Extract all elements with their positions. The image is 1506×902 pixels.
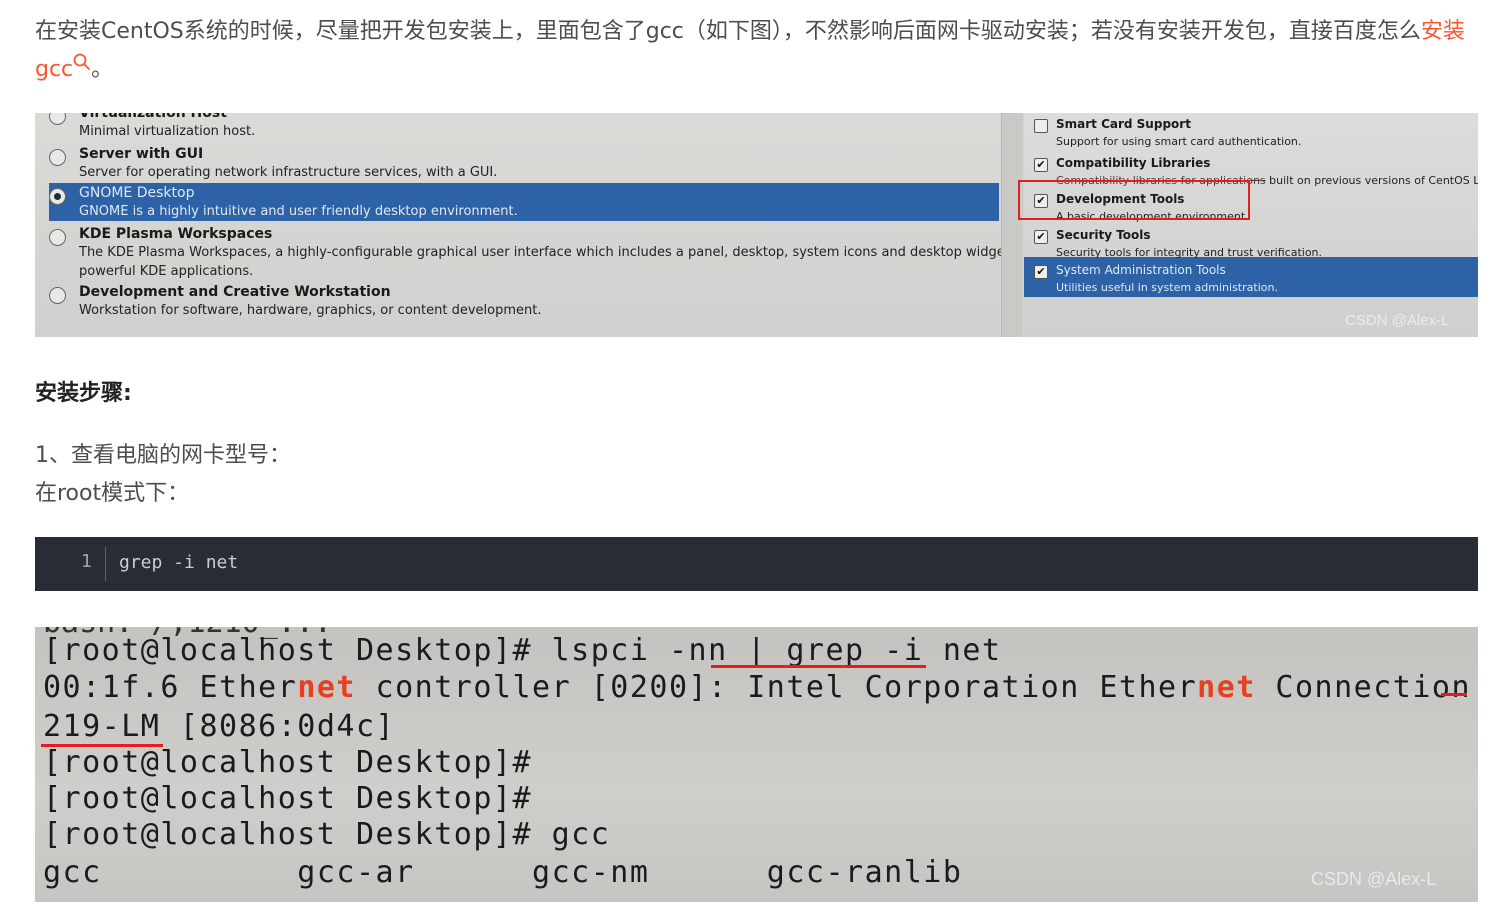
intro-end: 。 [91,57,114,82]
env-title: Server with GUI [79,146,204,162]
env-desc: Server for operating network infrastruct… [79,165,498,180]
radio-icon [49,229,66,246]
checkbox-checked-icon: ✔ [1034,265,1048,279]
gutter-divider [105,547,106,581]
terminal-line: 219-LM [8086:0d4c] [43,709,396,744]
addon-desc: Security tools for integrity and trust v… [1056,246,1323,259]
env-desc-cont: powerful KDE applications. [79,264,254,279]
addon-title: Security Tools [1056,228,1151,242]
radio-icon [49,113,66,125]
radio-icon [49,149,66,166]
installer-screenshot: Virtualization Host Minimal virtualizati… [35,113,1478,337]
search-icon[interactable] [73,53,91,74]
step-1-title: 1、查看电脑的网卡型号： [35,443,291,468]
code-block[interactable]: 1 grep -i net [35,537,1478,591]
radio-icon [49,287,66,304]
addon-title: System Administration Tools [1056,263,1226,277]
env-desc: Workstation for software, hardware, grap… [79,303,542,318]
radio-selected-icon [49,188,66,205]
checkbox-checked-icon: ✔ [1034,230,1048,244]
environment-list: Virtualization Host Minimal virtualizati… [35,113,1090,337]
addon-desc: Utilities useful in system administratio… [1056,281,1278,294]
terminal-line: gcc gcc-ar gcc-nm gcc-ranlib [43,855,963,890]
red-underline [1441,693,1467,696]
addon-title: Compatibility Libraries [1056,156,1211,170]
watermark: CSDN @Alex-L [1311,869,1437,889]
step-1: 1、查看电脑的网卡型号： 在root模式下： [35,437,291,513]
line-number: 1 [81,551,92,572]
env-title: Development and Creative Workstation [79,284,391,300]
watermark: CSDN @Alex-L [1345,312,1450,329]
code-line[interactable]: grep -i net [119,552,238,573]
addon-desc: Support for using smart card authenticat… [1056,135,1302,148]
red-underline [711,665,926,668]
intro-text: 在安装CentOS系统的时候，尽量把开发包安装上，里面包含了gcc（如下图），不… [35,19,1421,44]
red-highlight-box [1018,180,1250,220]
checkbox-checked-icon: ✔ [1034,158,1048,172]
env-desc: Minimal virtualization host. [79,124,256,139]
step-1-subtitle: 在root模式下： [35,481,190,506]
intro-paragraph: 在安装CentOS系统的时候，尽量把开发包安装上，里面包含了gcc（如下图），不… [35,13,1480,89]
scrollbar [1001,113,1023,337]
terminal-line: 00:1f.6 Ethernet controller [0200]: Inte… [43,670,1472,705]
addon-title: Smart Card Support [1056,117,1191,131]
env-title: Virtualization Host [79,113,227,121]
steps-heading: 安装步骤: [35,381,132,406]
terminal-screenshot: bash: /,1210_... [root@localhost Desktop… [35,627,1478,902]
terminal-line: [root@localhost Desktop]# [43,745,533,780]
env-desc: GNOME is a highly intuitive and user fri… [79,204,518,219]
env-desc: The KDE Plasma Workspaces, a highly-conf… [79,245,1091,260]
env-title: KDE Plasma Workspaces [79,226,273,242]
terminal-line: [root@localhost Desktop]# lspci -nn | gr… [43,633,1002,668]
terminal-line: [root@localhost Desktop]# gcc [43,817,611,852]
addon-list: Smart Card Support Support for using sma… [1024,113,1478,337]
terminal-line: [root@localhost Desktop]# [43,781,533,816]
checkbox-icon [1034,119,1048,133]
env-title: GNOME Desktop [79,185,195,201]
